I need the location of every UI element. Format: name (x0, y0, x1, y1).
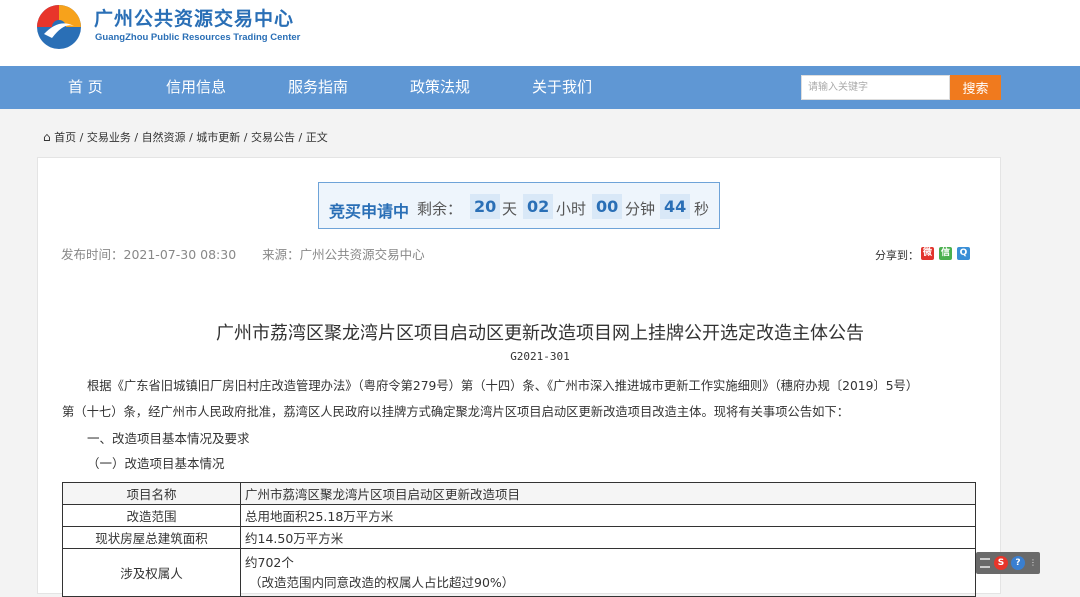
search-button[interactable]: 搜索 (950, 75, 1001, 100)
nav-service-guide[interactable]: 服务指南 (288, 66, 348, 109)
floating-toolbar[interactable]: S ? ⋮ (976, 552, 1040, 574)
site-title[interactable]: 广州公共资源交易中心 (94, 4, 294, 31)
weibo-icon[interactable]: 微 (921, 247, 934, 260)
nav-policies[interactable]: 政策法规 (410, 66, 470, 109)
site-subtitle: GuangZhou Public Resources Trading Cente… (95, 32, 301, 43)
grid-icon[interactable] (980, 558, 990, 568)
breadcrumb-trading[interactable]: 交易业务 (87, 131, 131, 144)
more-icon[interactable]: ⋮ (1029, 558, 1037, 568)
breadcrumb-separator: / (298, 131, 303, 144)
section-heading: 一、改造项目基本情况及要求 (87, 431, 250, 446)
countdown-days-unit: 天 (502, 200, 518, 218)
publish-time: 发布时间：2021-07-30 08:30 (61, 247, 237, 262)
countdown-status: 竞买申请中 (329, 202, 410, 221)
countdown-seconds: 44 (660, 194, 691, 219)
countdown-minutes-unit: 分钟 (625, 200, 656, 218)
table-value: 约14.50万平方米 (240, 526, 976, 549)
nav-home[interactable]: 首 页 (68, 66, 103, 109)
logo-icon[interactable] (36, 4, 82, 50)
table-key: 项目名称 (62, 482, 241, 505)
search-input[interactable] (801, 75, 950, 100)
wechat-icon[interactable]: 信 (939, 247, 952, 260)
breadcrumb-natural-resources[interactable]: 自然资源 (142, 131, 186, 144)
breadcrumb-home[interactable]: 首页 (54, 131, 76, 144)
article-meta: 发布时间：2021-07-30 08:30 来源：广州公共资源交易中心 (61, 244, 425, 263)
nav-about-us[interactable]: 关于我们 (532, 66, 592, 109)
document-number: G2021-301 (510, 350, 570, 363)
article-source: 来源：广州公共资源交易中心 (262, 247, 425, 262)
breadcrumb-separator: / (243, 131, 248, 144)
table-row: 项目名称 广州市荔湾区聚龙湾片区项目启动区更新改造项目 (62, 482, 976, 505)
table-value: 广州市荔湾区聚龙湾片区项目启动区更新改造项目 (240, 482, 976, 505)
countdown-days: 20 (470, 194, 501, 219)
article-paragraph: 根据《广东省旧城镇旧厂房旧村庄改造管理办法》（粤府令第279号）第（十四）条、《… (87, 379, 919, 393)
countdown-box: 竞买申请中 剩余： 20 天 02 小时 00 分钟 44 秒 (318, 182, 720, 229)
table-value-line: （改造范围内同意改造的权属人占比超过90%） (249, 574, 515, 590)
nav-credit-info[interactable]: 信用信息 (166, 66, 226, 109)
sogou-icon[interactable]: S (994, 556, 1008, 570)
home-icon[interactable]: ⌂ (43, 130, 51, 144)
article-paragraph: 第（十七）条，经广州市人民政府批准，荔湾区人民政府以挂牌方式确定聚龙湾片区项目启… (62, 405, 850, 419)
breadcrumb-urban-renewal[interactable]: 城市更新 (196, 131, 240, 144)
project-info-table: 项目名称 广州市荔湾区聚龙湾片区项目启动区更新改造项目 改造范围 总用地面积25… (62, 482, 976, 597)
countdown-minutes: 00 (592, 194, 623, 219)
table-row: 涉及权属人 约702个 （改造范围内同意改造的权属人占比超过90%） (62, 548, 976, 597)
table-row: 改造范围 总用地面积25.18万平方米 (62, 504, 976, 527)
article-title: 广州市荔湾区聚龙湾片区项目启动区更新改造项目网上挂牌公开选定改造主体公告 (216, 323, 864, 344)
share-label: 分享到： (875, 249, 919, 262)
breadcrumb-current: 正文 (305, 131, 328, 144)
table-value-line: 约702个 (245, 554, 294, 570)
subsection-heading: （一）改造项目基本情况 (87, 456, 225, 471)
table-key: 涉及权属人 (62, 548, 241, 597)
breadcrumb-separator: / (189, 131, 193, 144)
countdown-hours-unit: 小时 (556, 200, 587, 218)
table-key: 改造范围 (62, 504, 241, 527)
table-row: 现状房屋总建筑面积 约14.50万平方米 (62, 526, 976, 549)
breadcrumb-announcements[interactable]: 交易公告 (251, 131, 295, 144)
qq-icon[interactable]: Q (957, 247, 970, 260)
table-value: 约702个 （改造范围内同意改造的权属人占比超过90%） (240, 548, 976, 597)
site-header: 广州公共资源交易中心 GuangZhou Public Resources Tr… (0, 0, 1080, 66)
table-value: 总用地面积25.18万平方米 (240, 504, 976, 527)
countdown-hours: 02 (523, 194, 554, 219)
countdown-seconds-unit: 秒 (694, 200, 710, 218)
breadcrumb-separator: / (134, 131, 139, 144)
help-icon[interactable]: ? (1011, 556, 1025, 570)
table-key: 现状房屋总建筑面积 (62, 526, 241, 549)
countdown-remaining-label: 剩余： (417, 200, 463, 218)
breadcrumb-separator: / (79, 131, 84, 144)
breadcrumb: ⌂ 首页 / 交易业务 / 自然资源 / 城市更新 / 交易公告 / 正文 (43, 129, 328, 145)
